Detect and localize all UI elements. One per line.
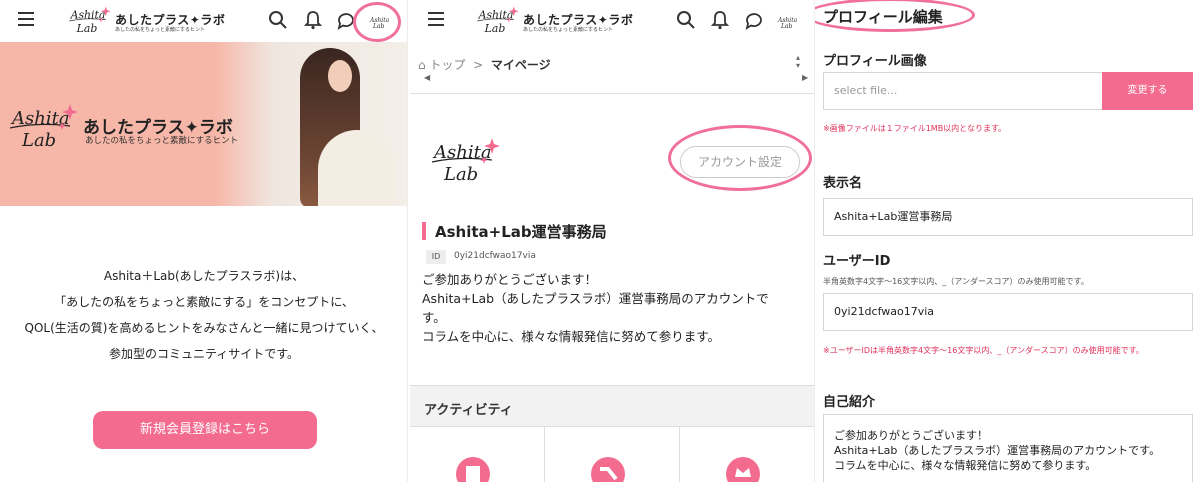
bell-icon[interactable] <box>303 10 323 30</box>
site-header: あしたプラス✦ラボ あしたの私をちょっと素敵にするヒント Ashita Lab <box>410 0 814 42</box>
scroll-right-icon[interactable]: ▶ <box>802 73 808 82</box>
display-name-input[interactable]: Ashita+Lab運営事務局 <box>823 198 1193 236</box>
bio-line: コラムを中心に、様々な情報発信に努めて参ります。 <box>834 459 1097 472</box>
site-logo[interactable] <box>472 4 524 38</box>
activity-title: アクティビティ <box>424 403 513 418</box>
user-id-input[interactable]: 0yi21dcfwao17via <box>823 293 1193 331</box>
brand-tagline: あしたの私をちょっと素敵にするヒント <box>115 27 206 33</box>
breadcrumb-separator: > <box>473 58 484 72</box>
bio-line: す。 <box>422 310 446 325</box>
breadcrumb-home[interactable]: トップ <box>429 58 465 72</box>
intro-line: QOL(生活の質)を高めるヒントをみなさんと一緒に見つけていく、 <box>24 321 384 335</box>
bio-line: ご参加ありがとうございます！ <box>834 429 988 442</box>
profile-bio: ご参加ありがとうございます！ Ashita+Lab（あしたプラスラボ）運営事務局… <box>422 270 812 346</box>
site-logo[interactable] <box>64 4 116 38</box>
bio-line: Ashita+Lab（あしたプラスラボ）運営事務局のアカウントです。 <box>834 444 1161 457</box>
user-id-error: ※ユーザーIDは半角英数字4文字〜16文字以内、_（アンダースコア）のみ使用可能… <box>823 346 1144 355</box>
avatar-highlight-ring <box>353 2 401 42</box>
image-size-note: ※画像ファイルは１ファイル1MB以内となります。 <box>823 124 1007 133</box>
bio-line: ご参加ありがとうございます！ <box>422 272 598 287</box>
account-settings-highlight-ring <box>668 125 812 191</box>
id-value: 0yi21dcfwao17via <box>454 251 536 261</box>
bio-line: コラムを中心に、様々な情報発信に努めて参ります。 <box>422 329 721 344</box>
activity-header: アクティビティ <box>410 385 814 427</box>
id-label: ID <box>426 250 446 264</box>
profile-name: Ashita+Lab運営事務局 <box>435 223 607 241</box>
profile-avatar <box>430 134 502 190</box>
scroll-updown-icon[interactable]: ▴ ▾ <box>796 54 800 70</box>
hero-photo <box>215 42 407 206</box>
crown-icon <box>726 457 760 482</box>
avatar-icon[interactable]: AshitaLab <box>777 10 799 30</box>
change-image-button[interactable]: 変更する <box>1102 72 1193 110</box>
title-highlight-ring <box>815 0 975 32</box>
user-id-label: ユーザーID <box>823 254 891 269</box>
home-icon[interactable]: ⌂ <box>418 58 426 72</box>
hero-banner: あしたプラス✦ラボ あしたの私をちょっと素敵にするヒント <box>0 42 407 206</box>
profile-image-label: プロフィール画像 <box>823 54 927 69</box>
breadcrumb: ⌂ トップ > マイページ ◀ ▶ ▴ ▾ <box>410 42 814 94</box>
hero-logo <box>8 100 80 156</box>
intro-line: 「あしたの私をちょっと素敵にする」をコンセプトに、 <box>54 295 354 309</box>
search-icon[interactable] <box>676 10 696 30</box>
register-button[interactable]: 新規会員登録はこちら <box>93 411 317 449</box>
site-header: あしたプラス✦ラボ あしたの私をちょっと素敵にするヒント Ashita Lab <box>0 0 407 42</box>
name-accent-bar <box>422 222 426 240</box>
chat-icon[interactable] <box>744 10 764 30</box>
document-icon <box>456 457 490 482</box>
mypage-panel: あしたプラス✦ラボ あしたの私をちょっと素敵にするヒント Ashita Lab ⌂… <box>410 0 815 482</box>
intro-line: 参加型のコミュニティサイトです。 <box>108 347 300 361</box>
top-page-panel: あしたプラス✦ラボ あしたの私をちょっと素敵にするヒント Ashita Lab あ… <box>0 0 408 482</box>
user-id-hint: 半角英数字4文字〜16文字以内、_（アンダースコア）のみ使用可能です。 <box>823 277 1089 286</box>
hero-tagline: あしたの私をちょっと素敵にするヒント <box>85 136 239 146</box>
hamburger-menu-icon[interactable] <box>428 12 444 26</box>
bio-label: 自己紹介 <box>823 395 876 410</box>
hamburger-menu-icon[interactable] <box>18 12 34 26</box>
search-icon[interactable] <box>268 10 288 30</box>
intro-line: Ashita＋Lab(あしたプラスラボ)は、 <box>103 269 305 283</box>
file-input[interactable]: select file... <box>823 72 1103 110</box>
breadcrumb-trail: ⌂ トップ > マイページ <box>418 56 551 73</box>
svg-text:Lab: Lab <box>780 23 793 30</box>
site-introduction: Ashita＋Lab(あしたプラスラボ)は、 「あしたの私をちょっと素敵にする」… <box>0 263 407 367</box>
activity-item-comments[interactable] <box>545 427 680 482</box>
breadcrumb-current: マイページ <box>490 58 551 72</box>
reply-icon <box>591 457 625 482</box>
activity-item-posts[interactable] <box>410 427 545 482</box>
bell-icon[interactable] <box>710 10 730 30</box>
brand-tagline: あしたの私をちょっと素敵にするヒント <box>523 27 614 33</box>
bio-line: Ashita+Lab（あしたプラスラボ）運営事務局のアカウントで <box>422 291 769 306</box>
display-name-label: 表示名 <box>823 176 863 191</box>
profile-edit-panel: プロフィール編集 プロフィール画像 select file... 変更する ※画… <box>815 0 1200 482</box>
activity-item-ranking[interactable] <box>680 427 814 482</box>
bio-textarea[interactable]: ご参加ありがとうございます！ Ashita+Lab（あしたプラスラボ）運営事務局… <box>823 414 1193 482</box>
scroll-left-icon[interactable]: ◀ <box>424 73 430 82</box>
